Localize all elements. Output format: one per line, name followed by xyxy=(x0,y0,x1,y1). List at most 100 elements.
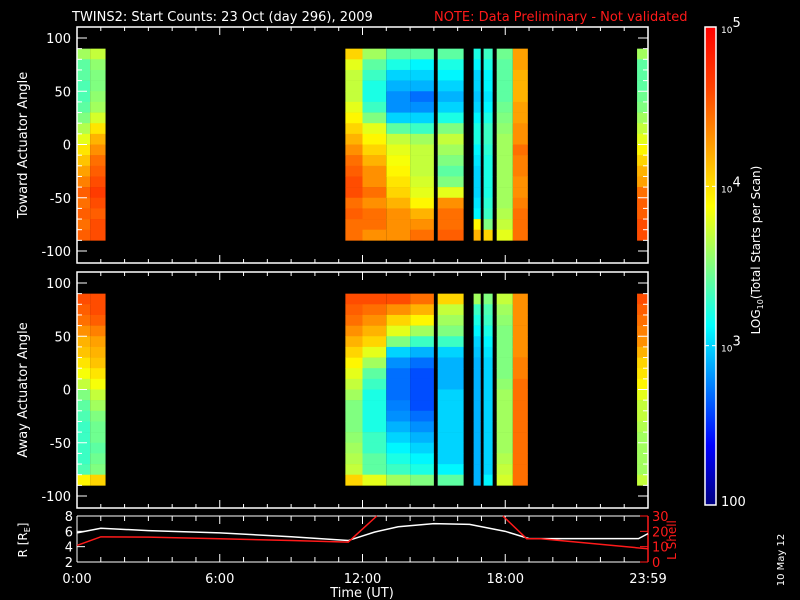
heatmap-cell xyxy=(345,197,363,209)
heatmap-cell xyxy=(386,293,411,305)
heatmap-cell xyxy=(345,123,363,135)
heatmap-cell xyxy=(90,80,106,92)
heatmap-cell xyxy=(483,346,493,358)
heatmap-cell xyxy=(437,91,464,103)
heatmap-cell xyxy=(90,378,106,390)
heatmap-cell xyxy=(637,474,648,486)
heatmap-cell xyxy=(512,69,528,81)
heatmap-cell xyxy=(345,314,363,326)
heatmap-cell xyxy=(386,400,411,412)
heatmap-cell xyxy=(90,176,106,188)
heatmap-cell xyxy=(512,357,528,369)
heatmap-cell xyxy=(473,144,481,156)
heatmap-cell xyxy=(437,293,464,305)
twins-start-counts-figure: TWINS2: Start Counts: 23 Oct (day 296), … xyxy=(16,10,787,600)
heatmap-cell xyxy=(512,304,528,316)
heatmap-cell xyxy=(386,336,411,348)
heatmap-cell xyxy=(437,101,464,113)
heatmap-cell xyxy=(473,176,481,188)
heatmap-cell xyxy=(345,410,363,422)
heatmap-cell xyxy=(90,165,106,177)
heatmap-cell xyxy=(362,368,387,380)
l-shell-line xyxy=(76,515,378,547)
heatmap-cell xyxy=(483,442,493,454)
heatmap-cell xyxy=(437,432,464,444)
heatmap-cell xyxy=(345,325,363,337)
heatmap-cell xyxy=(637,133,648,145)
heatmap-cell xyxy=(386,314,411,326)
heatmap-cell xyxy=(77,400,91,412)
heatmap-cell xyxy=(512,400,528,412)
l-shell-line xyxy=(502,515,649,550)
heatmap-cell xyxy=(437,464,464,475)
heatmap-cell xyxy=(362,165,387,177)
heatmap-cell xyxy=(483,357,493,369)
heatmap-cell xyxy=(362,197,387,209)
heatmap-cell xyxy=(473,133,481,145)
heatmap-cell xyxy=(345,133,363,145)
heatmap-cell xyxy=(512,325,528,337)
colorbar-tick-label: 100 xyxy=(721,495,746,510)
heatmap-cell xyxy=(483,293,493,305)
heatmap-cell xyxy=(512,101,528,113)
heatmap-cell xyxy=(637,144,648,156)
heatmap-cell xyxy=(637,80,648,92)
heatmap-cell xyxy=(386,59,411,71)
plot-title: TWINS2: Start Counts: 23 Oct (day 296), … xyxy=(71,10,373,25)
heatmap-cell xyxy=(496,432,513,444)
heatmap-cell xyxy=(437,229,464,241)
heatmap-cell xyxy=(77,314,91,326)
heatmap-cell xyxy=(483,304,493,316)
heatmap-cell xyxy=(496,304,513,316)
heatmap-cell xyxy=(386,176,411,188)
heatmap-cell xyxy=(496,410,513,422)
heatmap-cell xyxy=(496,187,513,199)
heatmap-cell xyxy=(90,314,106,326)
heatmap-cell xyxy=(496,59,513,71)
heatmap-cell xyxy=(637,197,648,209)
heatmap-cell xyxy=(637,325,648,337)
heatmap-cell xyxy=(386,378,411,390)
heatmap-cell xyxy=(77,357,91,369)
heatmap-cell xyxy=(512,314,528,326)
heatmap-cell xyxy=(483,474,493,486)
heatmap-cell xyxy=(437,336,464,348)
heatmap-cell xyxy=(345,378,363,390)
heatmap-cell xyxy=(437,59,464,71)
heatmap-cell xyxy=(496,123,513,135)
heatmap-cell xyxy=(90,123,106,135)
heatmap-cell xyxy=(512,133,528,145)
heatmap-cell xyxy=(437,346,464,358)
heatmap-cell xyxy=(437,48,464,60)
r-tick-label: 8 xyxy=(65,510,73,525)
heatmap-cell xyxy=(362,144,387,156)
heatmap-cell xyxy=(473,400,481,412)
heatmap-cell xyxy=(473,197,481,209)
y-tick-label: 0 xyxy=(63,384,71,399)
heatmap-cell xyxy=(496,219,513,230)
colorbar-tick-label: 103 xyxy=(721,335,741,355)
heatmap-cell xyxy=(473,410,481,422)
heatmap-cell xyxy=(345,304,363,316)
heatmap-cell xyxy=(362,421,387,433)
heatmap-cell xyxy=(410,144,434,156)
heatmap-cell xyxy=(496,155,513,167)
heatmap-cell xyxy=(637,453,648,465)
heatmap-cell xyxy=(386,133,411,145)
heatmap-cell xyxy=(512,197,528,209)
heatmap-cell xyxy=(362,219,387,230)
heatmap-cell xyxy=(410,229,434,241)
heatmap-cell xyxy=(362,293,387,305)
heatmap-cell xyxy=(473,357,481,369)
heatmap-cell xyxy=(637,112,648,124)
heatmap-cell xyxy=(473,69,481,81)
heatmap-cell xyxy=(473,389,481,401)
heatmap-cell xyxy=(410,293,434,305)
heatmap-cell xyxy=(496,378,513,390)
heatmap-cell xyxy=(483,69,493,81)
toward-panel-ylabel: Toward Actuator Angle xyxy=(16,72,31,219)
y-tick-label: 0 xyxy=(63,139,71,154)
heatmap-cell xyxy=(77,197,91,209)
heatmap-cell xyxy=(362,453,387,465)
heatmap-cell xyxy=(386,432,411,444)
